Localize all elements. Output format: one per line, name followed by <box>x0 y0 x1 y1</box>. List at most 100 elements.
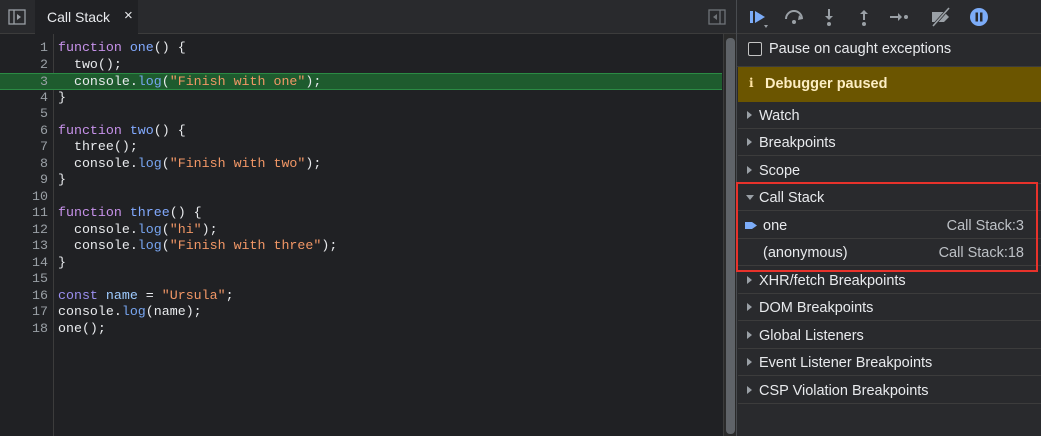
expand-arrow-icon <box>747 303 752 311</box>
code-text: function two() { <box>58 123 186 140</box>
editor-tab-bar: Call Stack × <box>0 0 736 34</box>
toggle-navigator-icon[interactable] <box>6 7 28 27</box>
code-line[interactable]: 18 one(); <box>0 321 722 338</box>
line-number[interactable]: 15 <box>0 271 48 288</box>
line-number[interactable]: 17 <box>0 304 48 321</box>
line-number[interactable]: 5 <box>0 106 48 123</box>
pane-event-listener-breakpoints[interactable]: Event Listener Breakpoints <box>738 349 1041 376</box>
code-line[interactable]: 11 function three() { <box>0 205 722 222</box>
call-frame-location[interactable]: Call Stack:18 <box>939 245 1024 261</box>
code-line[interactable]: 6 function two() { <box>0 123 722 140</box>
code-token: ( <box>161 238 170 253</box>
code-token: ( <box>161 155 170 171</box>
code-token: () { <box>153 122 186 138</box>
call-frame-one[interactable]: one Call Stack:3 <box>738 212 1041 239</box>
line-number[interactable]: 10 <box>0 189 48 206</box>
code-text: function three() { <box>58 205 202 222</box>
collapse-arrow-icon <box>746 195 754 200</box>
code-line[interactable]: 7 three(); <box>0 139 722 156</box>
code-text: console.log("Finish with three"); <box>58 238 337 255</box>
step-icon[interactable] <box>887 6 911 28</box>
line-number[interactable]: 12 <box>0 222 48 239</box>
pause-on-exceptions-icon[interactable] <box>967 6 991 28</box>
close-tab-icon[interactable]: × <box>124 7 133 24</box>
code-token: function <box>58 40 130 55</box>
line-number[interactable]: 16 <box>0 288 48 305</box>
line-number[interactable]: 11 <box>0 205 48 222</box>
code-token: console. <box>58 238 138 253</box>
pane-label: Global Listeners <box>759 328 864 344</box>
code-line[interactable]: 16 const name = "Ursula"; <box>0 288 722 305</box>
code-area[interactable]: 1 function one() {2 two(); 3 console.log("… <box>0 34 722 436</box>
pane-label: Scope <box>759 163 801 179</box>
line-number[interactable]: 6 <box>0 123 48 140</box>
code-token: console. <box>58 74 138 89</box>
code-line[interactable]: 12 console.log("hi"); <box>0 222 722 239</box>
code-token: () { <box>153 40 186 55</box>
line-number[interactable]: 13 <box>0 238 48 255</box>
line-number[interactable]: 2 <box>0 57 48 74</box>
toggle-debugger-icon[interactable] <box>706 7 728 27</box>
pane-watch[interactable]: Watch <box>738 102 1041 129</box>
code-line[interactable]: 8 console.log("Finish with two"); <box>0 156 722 173</box>
pane-dom-breakpoints[interactable]: DOM Breakpoints <box>738 294 1041 321</box>
code-line[interactable]: 5 <box>0 106 722 123</box>
code-line[interactable]: 9} <box>0 172 722 189</box>
code-line[interactable]: 15 <box>0 271 722 288</box>
pane-csp-violation-breakpoints[interactable]: CSP Violation Breakpoints <box>738 377 1041 404</box>
expand-arrow-icon <box>747 111 752 119</box>
step-into-icon[interactable] <box>817 6 841 28</box>
code-token: three(); <box>58 139 138 154</box>
line-number[interactable]: 1 <box>0 40 48 57</box>
code-text: two(); <box>58 57 122 74</box>
step-over-icon[interactable] <box>782 6 806 28</box>
code-line[interactable]: 13 console.log("Finish with three"); <box>0 238 722 255</box>
code-token: console. <box>58 155 138 171</box>
code-line[interactable]: 1 function one() { <box>0 40 722 57</box>
code-token: two <box>129 122 154 138</box>
line-number[interactable]: 9 <box>0 172 48 189</box>
editor-scrollbar-thumb[interactable] <box>726 38 735 434</box>
resume-icon[interactable] <box>747 6 771 28</box>
code-token: ( <box>161 221 170 237</box>
code-token: ); <box>321 238 338 253</box>
expand-arrow-icon <box>747 166 752 174</box>
pane-call-stack[interactable]: Call Stack <box>738 184 1041 211</box>
pane-breakpoints[interactable]: Breakpoints <box>738 129 1041 156</box>
expand-arrow-icon <box>747 331 752 339</box>
line-number[interactable]: 8 <box>0 156 48 173</box>
line-number[interactable]: 14 <box>0 255 48 272</box>
file-tab-call-stack[interactable]: Call Stack × <box>35 0 138 34</box>
line-number[interactable]: 3 <box>0 74 48 91</box>
code-line[interactable]: 14} <box>0 255 722 272</box>
code-token: ); <box>305 155 322 171</box>
pane-scope[interactable]: Scope <box>738 157 1041 184</box>
code-line[interactable]: 10 <box>0 189 722 206</box>
line-number[interactable]: 18 <box>0 321 48 338</box>
pane-label: DOM Breakpoints <box>759 300 874 316</box>
pause-on-caught-checkbox[interactable] <box>748 42 762 56</box>
code-line[interactable]: 17 console.log(name); <box>0 304 722 321</box>
pause-on-caught-label[interactable]: Pause on caught exceptions <box>769 41 951 57</box>
current-execution-line[interactable]: 3 console.log("Finish with one"); <box>0 73 722 90</box>
code-token: log <box>137 74 162 89</box>
code-line[interactable]: 4} <box>0 90 722 107</box>
code-token: three <box>129 205 170 220</box>
info-icon: i <box>749 76 754 90</box>
code-text: const name = "Ursula"; <box>58 288 234 305</box>
code-text: } <box>58 255 66 272</box>
debugger-paused-text: Debugger paused <box>765 76 888 92</box>
line-number[interactable]: 7 <box>0 139 48 156</box>
deactivate-breakpoints-icon[interactable] <box>929 6 953 28</box>
code-text: one(); <box>58 321 106 338</box>
code-line[interactable]: 2 two(); <box>0 57 722 74</box>
call-frame-anonymous[interactable]: (anonymous) Call Stack:18 <box>738 239 1041 266</box>
pane-global-listeners[interactable]: Global Listeners <box>738 322 1041 349</box>
step-out-icon[interactable] <box>852 6 876 28</box>
code-token: log <box>137 238 162 253</box>
pane-xhr-fetch-breakpoints[interactable]: XHR/fetch Breakpoints <box>738 267 1041 294</box>
code-token: ; <box>225 287 234 303</box>
editor-scrollbar[interactable] <box>723 34 736 436</box>
call-frame-location[interactable]: Call Stack:3 <box>947 218 1024 234</box>
line-number[interactable]: 4 <box>0 90 48 107</box>
